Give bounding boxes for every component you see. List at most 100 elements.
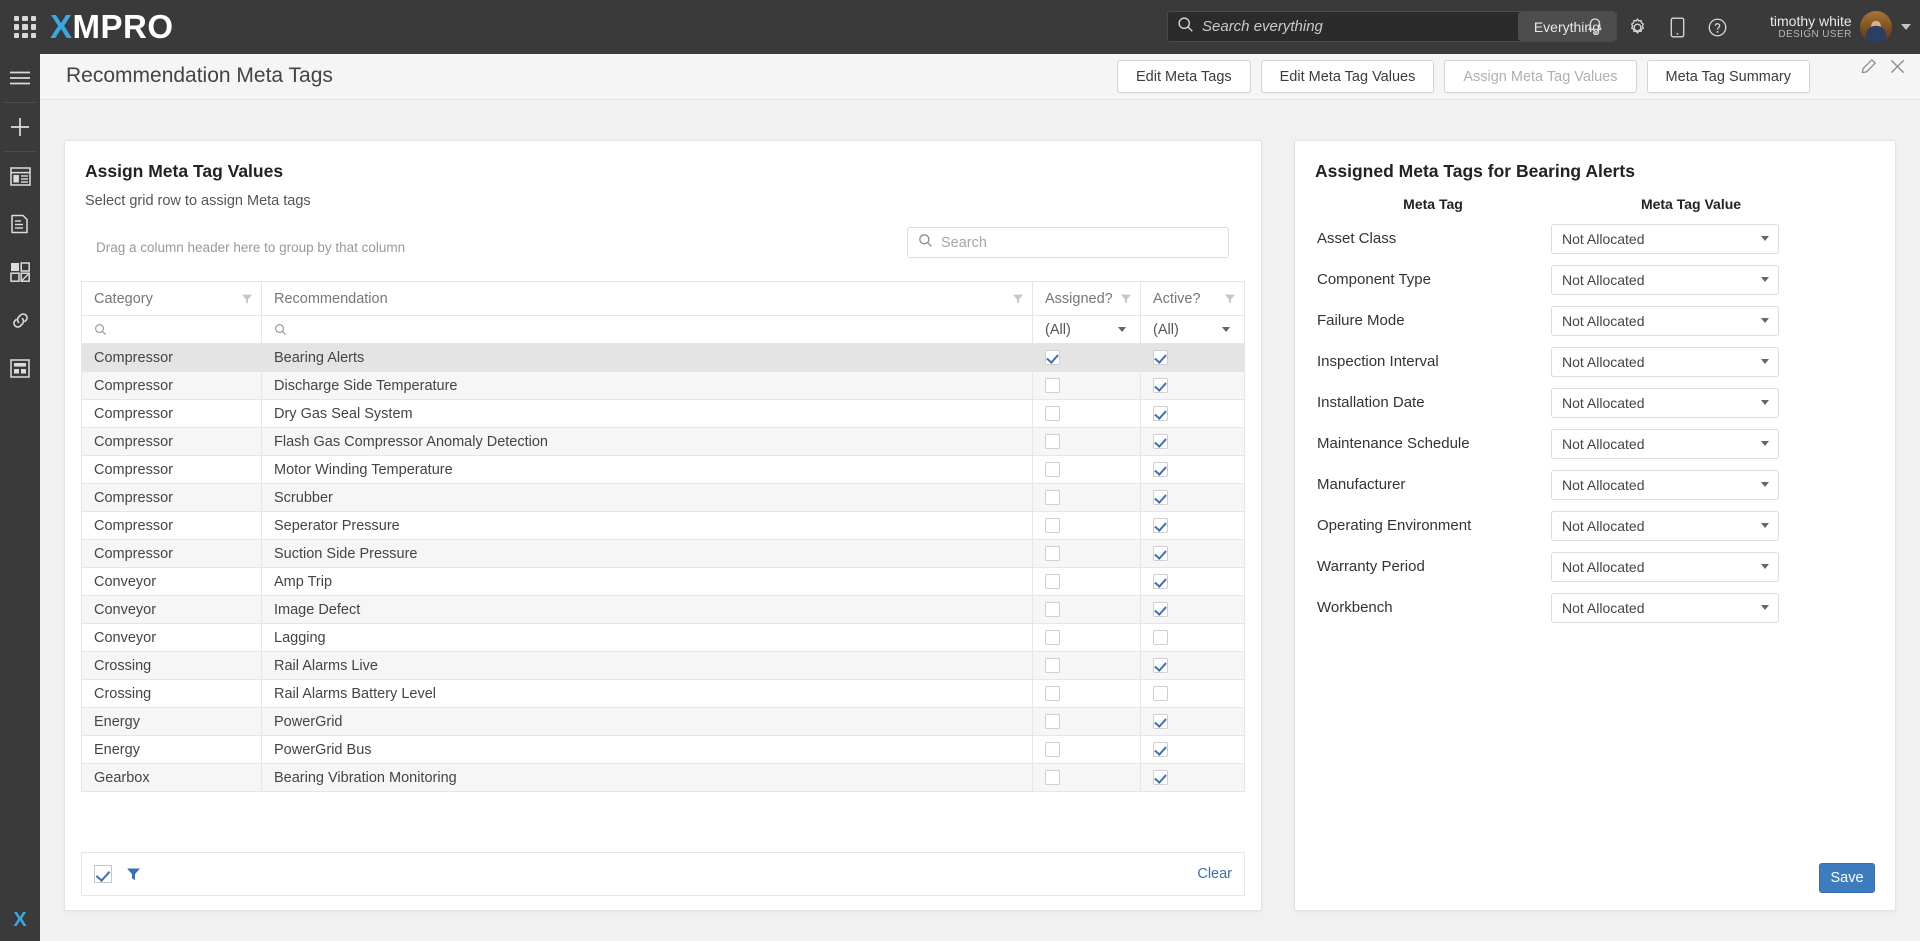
apps-grid-icon[interactable] bbox=[14, 16, 36, 38]
cell-active[interactable] bbox=[1140, 371, 1245, 400]
filter-cell-category[interactable] bbox=[81, 315, 262, 344]
chevron-down-icon[interactable] bbox=[1761, 564, 1769, 569]
assigned-checkbox[interactable] bbox=[1045, 546, 1060, 562]
column-header-category[interactable]: Category bbox=[81, 281, 262, 316]
grid-search[interactable] bbox=[907, 227, 1229, 258]
table-row[interactable]: Compressor Scrubber bbox=[81, 483, 1245, 512]
cell-active[interactable] bbox=[1140, 427, 1245, 456]
bell-icon[interactable] bbox=[1585, 17, 1605, 38]
cell-active[interactable] bbox=[1140, 511, 1245, 540]
global-search[interactable]: Everything bbox=[1167, 11, 1617, 42]
assigned-checkbox[interactable] bbox=[1045, 406, 1060, 422]
table-row[interactable]: Conveyor Amp Trip bbox=[81, 567, 1245, 596]
clear-filter-link[interactable]: Clear bbox=[1197, 866, 1232, 882]
cell-assigned[interactable] bbox=[1032, 511, 1141, 540]
meta-tag-value-select[interactable]: Not Allocated bbox=[1551, 346, 1779, 377]
active-checkbox[interactable] bbox=[1153, 518, 1168, 534]
column-header-assigned[interactable]: Assigned? bbox=[1032, 281, 1141, 316]
report-icon[interactable] bbox=[0, 200, 40, 248]
active-checkbox[interactable] bbox=[1153, 546, 1168, 562]
filter-cell-active[interactable]: (All) bbox=[1140, 315, 1245, 344]
assigned-checkbox[interactable] bbox=[1045, 770, 1060, 786]
table-row[interactable]: Conveyor Lagging bbox=[81, 623, 1245, 652]
active-checkbox[interactable] bbox=[1153, 602, 1168, 618]
filter-icon[interactable] bbox=[1120, 293, 1132, 309]
cell-active[interactable] bbox=[1140, 679, 1245, 708]
assigned-checkbox[interactable] bbox=[1045, 602, 1060, 618]
chevron-down-icon[interactable] bbox=[1761, 400, 1769, 405]
meta-tag-value-select[interactable]: Not Allocated bbox=[1551, 510, 1779, 541]
active-checkbox[interactable] bbox=[1153, 378, 1168, 394]
form-icon[interactable] bbox=[0, 344, 40, 392]
filter-enabled-checkbox[interactable] bbox=[94, 865, 112, 883]
meta-tag-value-select[interactable]: Not Allocated bbox=[1551, 469, 1779, 500]
pencil-icon[interactable] bbox=[1860, 58, 1877, 80]
save-button[interactable]: Save bbox=[1819, 863, 1875, 893]
active-checkbox[interactable] bbox=[1153, 350, 1168, 366]
table-row[interactable]: Crossing Rail Alarms Live bbox=[81, 651, 1245, 680]
menu-icon[interactable] bbox=[0, 54, 40, 102]
link-icon[interactable] bbox=[0, 296, 40, 344]
assigned-checkbox[interactable] bbox=[1045, 434, 1060, 450]
filter-icon[interactable] bbox=[126, 867, 141, 882]
table-row[interactable]: Compressor Dry Gas Seal System bbox=[81, 399, 1245, 428]
assigned-checkbox[interactable] bbox=[1045, 742, 1060, 758]
active-checkbox[interactable] bbox=[1153, 630, 1168, 646]
cell-assigned[interactable] bbox=[1032, 595, 1141, 624]
grid-search-input[interactable] bbox=[941, 234, 1228, 251]
cell-active[interactable] bbox=[1140, 623, 1245, 652]
tab-edit-meta-tags[interactable]: Edit Meta Tags bbox=[1116, 60, 1251, 93]
cell-assigned[interactable] bbox=[1032, 735, 1141, 764]
cell-assigned[interactable] bbox=[1032, 427, 1141, 456]
group-by-dropzone[interactable]: Drag a column header here to group by th… bbox=[96, 240, 405, 255]
filter-cell-assigned[interactable]: (All) bbox=[1032, 315, 1141, 344]
active-checkbox[interactable] bbox=[1153, 462, 1168, 478]
chevron-down-icon[interactable] bbox=[1900, 24, 1911, 30]
cell-assigned[interactable] bbox=[1032, 371, 1141, 400]
assigned-checkbox[interactable] bbox=[1045, 462, 1060, 478]
active-checkbox[interactable] bbox=[1153, 686, 1168, 702]
xmpro-rail-logo[interactable]: X bbox=[0, 899, 40, 941]
meta-tag-value-select[interactable]: Not Allocated bbox=[1551, 592, 1779, 623]
table-row[interactable]: Energy PowerGrid Bus bbox=[81, 735, 1245, 764]
meta-tag-value-select[interactable]: Not Allocated bbox=[1551, 428, 1779, 459]
table-row[interactable]: Compressor Bearing Alerts bbox=[81, 343, 1245, 372]
assigned-checkbox[interactable] bbox=[1045, 490, 1060, 506]
xmpro-logo[interactable]: X MPRO bbox=[50, 8, 174, 46]
cell-active[interactable] bbox=[1140, 707, 1245, 736]
cell-active[interactable] bbox=[1140, 735, 1245, 764]
cell-assigned[interactable] bbox=[1032, 539, 1141, 568]
assigned-checkbox[interactable] bbox=[1045, 630, 1060, 646]
meta-tag-value-select[interactable]: Not Allocated bbox=[1551, 387, 1779, 418]
cell-active[interactable] bbox=[1140, 399, 1245, 428]
cell-assigned[interactable] bbox=[1032, 763, 1141, 792]
meta-tag-value-select[interactable]: Not Allocated bbox=[1551, 264, 1779, 295]
cell-active[interactable] bbox=[1140, 567, 1245, 596]
cell-assigned[interactable] bbox=[1032, 651, 1141, 680]
cell-active[interactable] bbox=[1140, 651, 1245, 680]
column-header-active[interactable]: Active? bbox=[1140, 281, 1245, 316]
table-row[interactable]: Crossing Rail Alarms Battery Level bbox=[81, 679, 1245, 708]
assigned-checkbox[interactable] bbox=[1045, 350, 1060, 366]
cell-assigned[interactable] bbox=[1032, 399, 1141, 428]
cell-assigned[interactable] bbox=[1032, 707, 1141, 736]
cell-assigned[interactable] bbox=[1032, 567, 1141, 596]
cell-assigned[interactable] bbox=[1032, 343, 1141, 372]
active-checkbox[interactable] bbox=[1153, 658, 1168, 674]
cell-assigned[interactable] bbox=[1032, 455, 1141, 484]
cell-assigned[interactable] bbox=[1032, 623, 1141, 652]
cell-active[interactable] bbox=[1140, 483, 1245, 512]
dashboard-icon[interactable] bbox=[0, 152, 40, 200]
table-row[interactable]: Compressor Flash Gas Compressor Anomaly D… bbox=[81, 427, 1245, 456]
meta-tag-value-select[interactable]: Not Allocated bbox=[1551, 551, 1779, 582]
active-checkbox[interactable] bbox=[1153, 490, 1168, 506]
table-row[interactable]: Gearbox Bearing Vibration Monitoring bbox=[81, 763, 1245, 792]
filter-cell-recommendation[interactable] bbox=[261, 315, 1033, 344]
active-checkbox[interactable] bbox=[1153, 406, 1168, 422]
table-row[interactable]: Conveyor Image Defect bbox=[81, 595, 1245, 624]
meta-tag-value-select[interactable]: Not Allocated bbox=[1551, 223, 1779, 254]
blocks-icon[interactable] bbox=[0, 248, 40, 296]
column-header-recommendation[interactable]: Recommendation bbox=[261, 281, 1033, 316]
cell-active[interactable] bbox=[1140, 595, 1245, 624]
gear-icon[interactable] bbox=[1627, 17, 1648, 38]
